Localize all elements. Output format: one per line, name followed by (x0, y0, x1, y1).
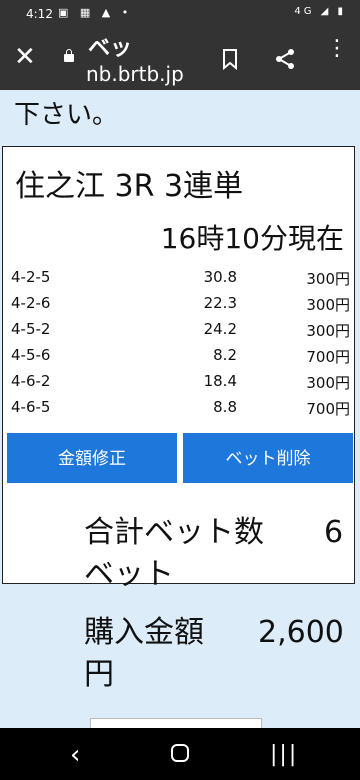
combination: 4-5-6 (11, 346, 51, 364)
combination: 4-2-6 (11, 294, 51, 312)
purchase-amount: 購入金額 2,600 円 (84, 612, 344, 696)
amount: 300円 (306, 374, 350, 392)
page-title: ベッ (88, 36, 133, 61)
bet-list: 4-2-5 30.8 300円 4-2-6 22.3 300円 4-5-2 24… (3, 265, 354, 421)
total-bets-value: 6 (324, 515, 344, 550)
amount: 700円 (306, 400, 350, 418)
purchase-unit: 円 (84, 657, 114, 692)
status-bar: 4:12 ▣ ▦ ▲ • 4G ◢ ▮ (0, 0, 360, 28)
signal-battery-icons: 4G ◢ ▮ (294, 6, 346, 17)
purchase-label: 購入金額 (84, 615, 204, 650)
combination: 4-6-5 (11, 398, 51, 416)
amount: 700円 (306, 348, 350, 366)
more-menu-icon[interactable]: ⋮ (326, 38, 348, 60)
navigation-bar: ‹ ||| (0, 728, 360, 780)
delete-bet-button[interactable]: ベット削除 (183, 433, 353, 483)
clock: 4:12 (26, 7, 53, 21)
home-icon[interactable] (171, 744, 189, 762)
back-icon[interactable]: ‹ (70, 740, 80, 770)
odds: 18.4 (203, 372, 237, 390)
bet-row: 4-6-2 18.4 300円 (3, 369, 354, 395)
odds-timestamp: 16時10分現在 (160, 222, 344, 255)
page-content: 下さい。 住之江 3R 3連単 16時10分現在 4-2-5 30.8 300円… (0, 90, 360, 728)
bet-row: 4-6-5 8.8 700円 (3, 395, 354, 421)
purchase-value: 2,600 (258, 615, 344, 650)
total-bets: 合計ベット数 6 ベット (84, 512, 343, 596)
close-icon[interactable]: ✕ (14, 44, 36, 70)
combination: 4-2-5 (11, 268, 51, 286)
bookmark-icon[interactable] (222, 48, 238, 70)
odds: 30.8 (203, 268, 237, 286)
amount: 300円 (306, 270, 350, 288)
edit-amount-button[interactable]: 金額修正 (7, 433, 177, 483)
notification-icons: ▣ ▦ ▲ • (58, 6, 133, 19)
amount: 300円 (306, 322, 350, 340)
combination: 4-6-2 (11, 372, 51, 390)
odds: 8.8 (213, 398, 237, 416)
race-title: 住之江 3R 3連単 (15, 169, 244, 204)
recents-icon[interactable]: ||| (270, 742, 298, 767)
odds: 22.3 (203, 294, 237, 312)
odds: 8.2 (213, 346, 237, 364)
total-bets-unit: ベット (84, 557, 174, 592)
partial-button[interactable] (90, 718, 262, 728)
share-icon[interactable] (274, 48, 296, 70)
odds: 24.2 (203, 320, 237, 338)
browser-toolbar: ✕ ベッ nb.brtb.jp ⋮ (0, 28, 360, 90)
combination: 4-5-2 (11, 320, 51, 338)
amount: 300円 (306, 296, 350, 314)
bet-row: 4-5-2 24.2 300円 (3, 317, 354, 343)
bet-row: 4-5-6 8.2 700円 (3, 343, 354, 369)
bet-row: 4-2-6 22.3 300円 (3, 291, 354, 317)
total-bets-label: 合計ベット数 (84, 515, 264, 550)
lock-icon (64, 49, 74, 62)
bet-row: 4-2-5 30.8 300円 (3, 265, 354, 291)
instruction-text: 下さい。 (14, 100, 119, 130)
url-text: nb.brtb.jp (86, 62, 184, 86)
